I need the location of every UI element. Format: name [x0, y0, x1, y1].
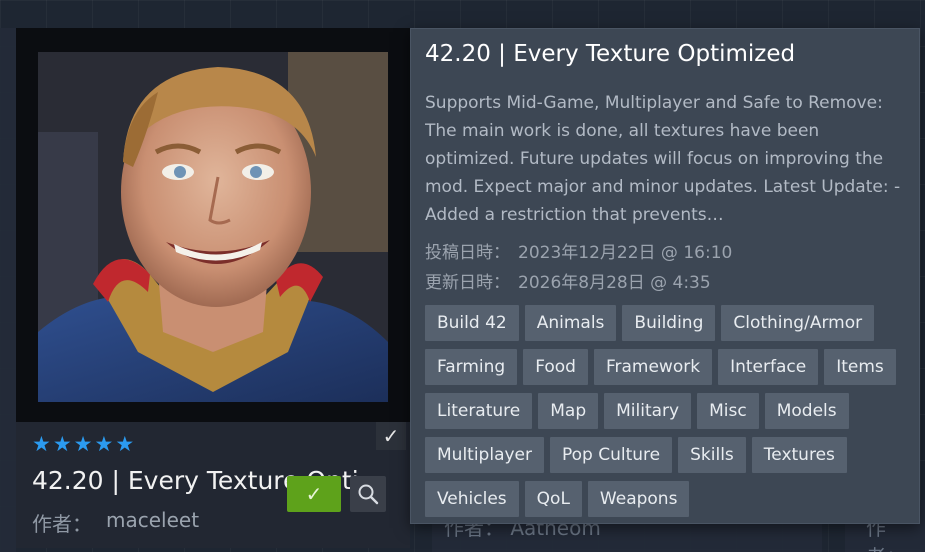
tag[interactable]: Map: [538, 393, 599, 429]
select-checkbox[interactable]: ✓: [376, 422, 406, 450]
tag-list: Build 42 Animals Building Clothing/Armor…: [425, 305, 915, 517]
tooltip-title: 42.20 | Every Texture Optimized: [425, 41, 796, 67]
workshop-item-card[interactable]: ★ ★ ★ ★ ★ 42.20 | Every Texture Optimize…: [16, 28, 410, 548]
rating-stars: ★ ★ ★ ★ ★: [32, 434, 134, 455]
author-label: 作者：: [32, 512, 92, 536]
tag[interactable]: Military: [604, 393, 692, 429]
star-icon: ★: [94, 432, 114, 456]
posted-value: 2023年12月22日 @ 16:10: [518, 243, 733, 263]
tooltip-description: Supports Mid-Game, Multiplayer and Safe …: [425, 93, 901, 225]
star-icon: ★: [52, 432, 72, 456]
tag[interactable]: Weapons: [587, 481, 690, 517]
updated-value: 2026年8月28日 @ 4:35: [518, 273, 711, 293]
tag[interactable]: Textures: [751, 437, 847, 473]
background-card-left: [0, 28, 16, 552]
tag[interactable]: Farming: [425, 349, 518, 385]
author-name[interactable]: maceleet: [106, 508, 199, 537]
card-author: 作者： maceleet: [32, 508, 199, 537]
star-icon: ★: [32, 432, 51, 456]
star-icon: ★: [115, 432, 135, 456]
posted-label: 投稿日時：: [425, 243, 510, 263]
tag[interactable]: Misc: [697, 393, 759, 429]
tag[interactable]: Pop Culture: [550, 437, 673, 473]
updated-date: 更新日時： 2026年8月28日 @ 4:35: [425, 268, 711, 293]
tag[interactable]: Building: [622, 305, 716, 341]
tag[interactable]: Build 42: [425, 305, 519, 341]
item-details-tooltip: 42.20 | Every Texture Optimized Supports…: [410, 28, 920, 524]
tag[interactable]: Multiplayer: [425, 437, 544, 473]
subscribed-button[interactable]: ✓: [287, 476, 341, 512]
updated-label: 更新日時：: [425, 273, 510, 293]
tag[interactable]: Vehicles: [425, 481, 519, 517]
tag[interactable]: Framework: [593, 349, 713, 385]
star-icon: ★: [73, 432, 93, 456]
tag[interactable]: Clothing/Armor: [721, 305, 875, 341]
tag[interactable]: Interface: [718, 349, 819, 385]
portrait-illustration: [38, 52, 388, 402]
magnifier-icon: [358, 484, 379, 505]
tag[interactable]: Models: [764, 393, 849, 429]
tag[interactable]: Animals: [524, 305, 617, 341]
mod-thumbnail-image[interactable]: [38, 52, 388, 402]
checkmark-icon: ✓: [305, 482, 323, 506]
tag[interactable]: Items: [824, 349, 896, 385]
tag[interactable]: Skills: [678, 437, 746, 473]
tag[interactable]: QoL: [524, 481, 582, 517]
search-button[interactable]: [350, 476, 386, 512]
posted-date: 投稿日時： 2023年12月22日 @ 16:10: [425, 238, 732, 263]
tag[interactable]: Food: [523, 349, 588, 385]
thumbnail-frame: [16, 28, 410, 422]
tag[interactable]: Literature: [425, 393, 533, 429]
